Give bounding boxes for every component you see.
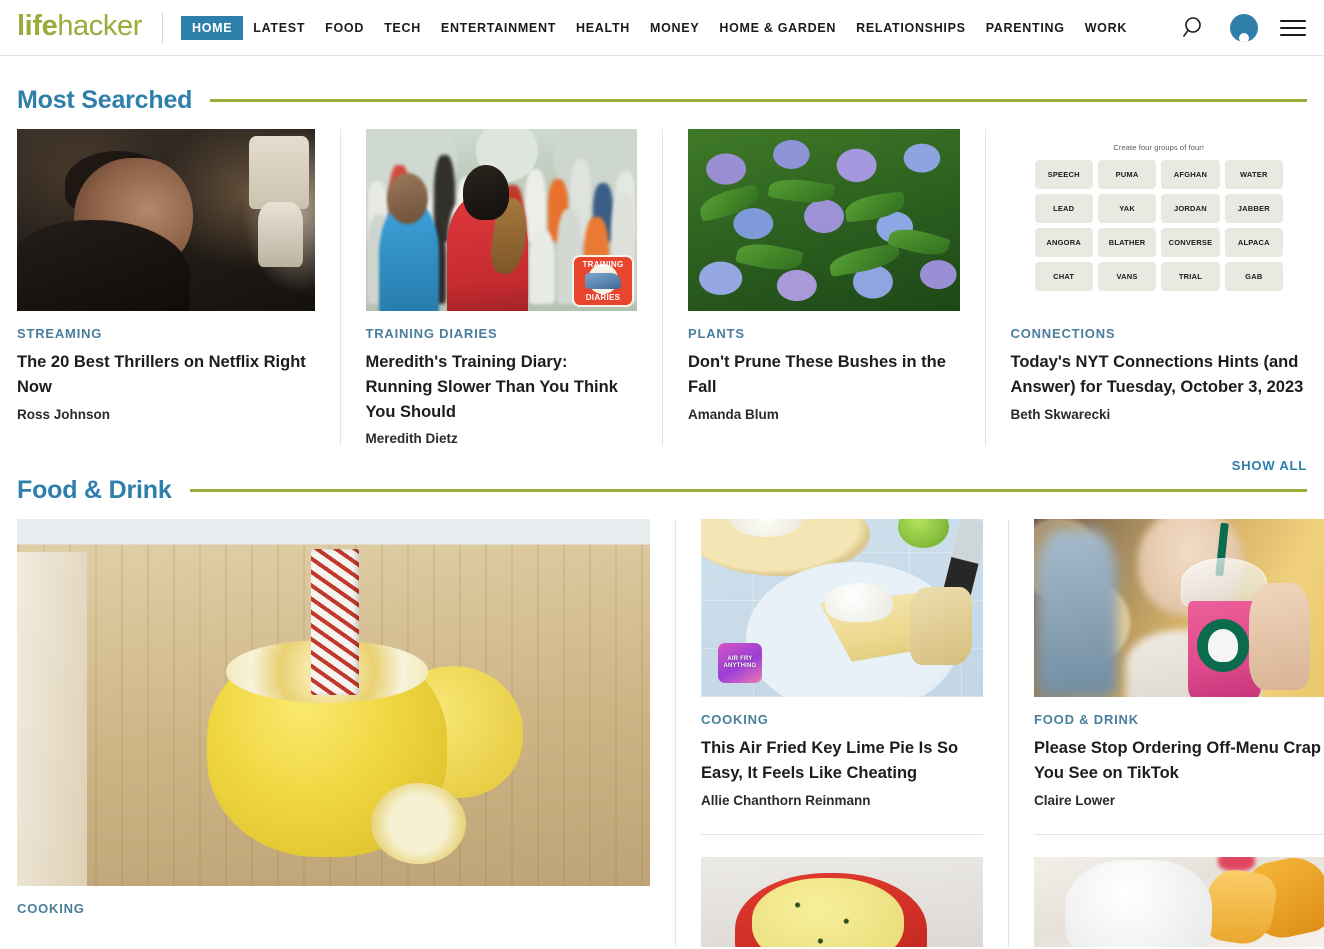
article-kicker[interactable]: TRAINING DIARIES <box>366 326 638 341</box>
orange-food-bowl-thumbnail[interactable] <box>1034 856 1324 947</box>
key-lime-pie-slice-thumbnail[interactable]: AIR FRY ANYTHING <box>701 519 983 698</box>
article-headline[interactable]: Today's NYT Connections Hints (and Answe… <box>1011 350 1308 400</box>
nav-item-relationships[interactable]: RELATIONSHIPS <box>846 17 976 39</box>
nyt-connections-board-thumbnail[interactable]: Create four groups of four! SPEECH PUMA … <box>1010 129 1307 311</box>
logo-regular-text: hacker <box>57 9 142 42</box>
sticker-label: AIR FRY ANYTHING <box>723 656 757 670</box>
main-navigation: HOME LATEST FOOD TECH ENTERTAINMENT HEAL… <box>180 15 1174 40</box>
starbucks-frappuccino-thumbnail[interactable] <box>1034 519 1324 698</box>
article-byline[interactable]: Claire Lower <box>1034 793 1324 808</box>
section-rule <box>210 99 1307 102</box>
hamburger-menu-icon[interactable] <box>1280 19 1306 36</box>
nav-item-home[interactable]: HOME <box>180 15 244 40</box>
connections-prompt: Create four groups of four! <box>1113 143 1205 152</box>
starbucks-logo-icon <box>1196 618 1249 673</box>
mashed-potatoes-red-bowl-thumbnail[interactable] <box>701 856 983 947</box>
nav-item-health[interactable]: HEALTH <box>566 17 640 39</box>
connections-tile[interactable]: ALPACA <box>1224 228 1283 257</box>
nav-item-home-garden[interactable]: HOME & GARDEN <box>709 17 846 39</box>
connections-tile[interactable]: LEAD <box>1034 194 1093 223</box>
connections-grid: SPEECH PUMA AFGHAN WATER LEAD YAK JORDAN… <box>1034 160 1283 291</box>
nav-item-tech[interactable]: TECH <box>374 17 431 39</box>
connections-tile[interactable]: TRIAL <box>1161 262 1220 291</box>
article-kicker[interactable]: FOOD & DRINK <box>1034 712 1324 727</box>
section-title: Most Searched <box>17 86 193 114</box>
lemon-candy-cane-straw-thumbnail[interactable] <box>17 519 650 887</box>
article-card-lead: COOKING <box>17 519 675 947</box>
hydrangea-bush-thumbnail[interactable] <box>688 129 960 311</box>
connections-tile[interactable]: VANS <box>1097 262 1157 291</box>
logo-divider <box>161 11 163 44</box>
training-diaries-badge: TRAINING DIARIES <box>572 255 634 307</box>
article-byline[interactable]: Beth Skwarecki <box>1011 407 1308 422</box>
nav-item-money[interactable]: MONEY <box>640 17 709 39</box>
article-headline[interactable]: Please Stop Ordering Off-Menu Crap You S… <box>1034 736 1324 786</box>
badge-top-label: TRAINING <box>582 260 624 269</box>
connections-tile[interactable]: SPEECH <box>1034 160 1093 189</box>
connections-tile[interactable]: PUMA <box>1097 160 1157 189</box>
article-kicker[interactable]: STREAMING <box>17 326 315 341</box>
account-avatar-icon[interactable] <box>1230 13 1258 42</box>
connections-tile[interactable]: YAK <box>1097 194 1157 223</box>
search-icon[interactable] <box>1182 15 1208 41</box>
article-byline[interactable]: Ross Johnson <box>17 407 315 422</box>
connections-tile[interactable]: CHAT <box>1034 262 1093 291</box>
article-headline[interactable]: This Air Fried Key Lime Pie Is So Easy, … <box>701 736 983 786</box>
section-rule <box>189 489 1307 493</box>
connections-tile[interactable]: WATER <box>1224 160 1283 189</box>
article-kicker[interactable]: CONNECTIONS <box>1011 326 1308 341</box>
article-headline[interactable]: The 20 Best Thrillers on Netflix Right N… <box>17 350 315 400</box>
marathon-runners-thumbnail[interactable]: TRAINING DIARIES <box>365 129 637 311</box>
article-kicker[interactable]: COOKING <box>701 712 983 727</box>
section-header-most-searched: Most Searched <box>17 86 1307 115</box>
article-card <box>1034 833 1324 947</box>
thriller-film-still-thumbnail[interactable] <box>17 129 315 311</box>
article-card: STREAMING The 20 Best Thrillers on Netfl… <box>17 129 340 446</box>
most-searched-card-grid: STREAMING The 20 Best Thrillers on Netfl… <box>17 129 1308 447</box>
connections-tile[interactable]: JABBER <box>1224 194 1283 223</box>
article-byline[interactable]: Amanda Blum <box>688 407 960 422</box>
air-fry-sticker-badge: AIR FRY ANYTHING <box>717 643 762 684</box>
article-kicker[interactable]: COOKING <box>17 901 650 916</box>
site-header: lifehacker HOME LATEST FOOD TECH ENTERTA… <box>0 0 1324 56</box>
site-logo[interactable]: lifehacker <box>17 9 142 44</box>
article-byline[interactable]: Allie Chanthorn Reinmann <box>701 793 983 808</box>
article-headline[interactable]: Don't Prune These Bushes in the Fall <box>688 350 960 400</box>
connections-tile[interactable]: BLATHER <box>1097 228 1157 257</box>
nav-item-latest[interactable]: LATEST <box>243 17 315 39</box>
section-title: Food & Drink <box>17 476 172 505</box>
section-food-and-drink: Food & Drink SHOW ALL COOKING AIR FRY AN… <box>0 458 1324 947</box>
connections-tile[interactable]: JORDAN <box>1161 194 1220 223</box>
article-headline[interactable]: Meredith's Training Diary: Running Slowe… <box>366 350 638 424</box>
header-actions <box>1182 13 1306 42</box>
article-card: TRAINING DIARIES TRAINING DIARIES Meredi… <box>339 129 663 447</box>
badge-bottom-label: DIARIES <box>585 293 621 302</box>
nav-item-entertainment[interactable]: ENTERTAINMENT <box>431 17 566 39</box>
food-column-middle: AIR FRY ANYTHING COOKING This Air Fried … <box>675 519 1008 947</box>
section-header-food-and-drink: Food & Drink SHOW ALL <box>17 458 1307 505</box>
article-card: FOOD & DRINK Please Stop Ordering Off-Me… <box>1034 519 1324 808</box>
show-all-link[interactable]: SHOW ALL <box>1232 458 1307 473</box>
food-and-drink-grid: COOKING AIR FRY ANYTHING COOKING This Ai… <box>17 519 1324 947</box>
connections-tile[interactable]: AFGHAN <box>1161 160 1220 189</box>
connections-tile[interactable]: GAB <box>1224 262 1283 291</box>
nav-item-parenting[interactable]: PARENTING <box>976 17 1075 39</box>
article-byline[interactable]: Meredith Dietz <box>366 431 638 446</box>
nav-item-work[interactable]: WORK <box>1075 17 1137 39</box>
article-card: AIR FRY ANYTHING COOKING This Air Fried … <box>701 519 983 808</box>
article-card: Create four groups of four! SPEECH PUMA … <box>984 129 1308 447</box>
article-card: PLANTS Don't Prune These Bushes in the F… <box>662 129 985 447</box>
connections-tile[interactable]: CONVERSE <box>1161 228 1220 257</box>
nav-item-food[interactable]: FOOD <box>315 17 374 39</box>
article-card <box>701 833 983 947</box>
article-kicker[interactable]: PLANTS <box>688 326 960 341</box>
food-column-right: FOOD & DRINK Please Stop Ordering Off-Me… <box>1008 519 1324 947</box>
section-most-searched: Most Searched STREAMING The 20 Best Thri… <box>0 86 1324 447</box>
logo-bold-text: life <box>17 9 58 42</box>
connections-tile[interactable]: ANGORA <box>1034 228 1093 257</box>
